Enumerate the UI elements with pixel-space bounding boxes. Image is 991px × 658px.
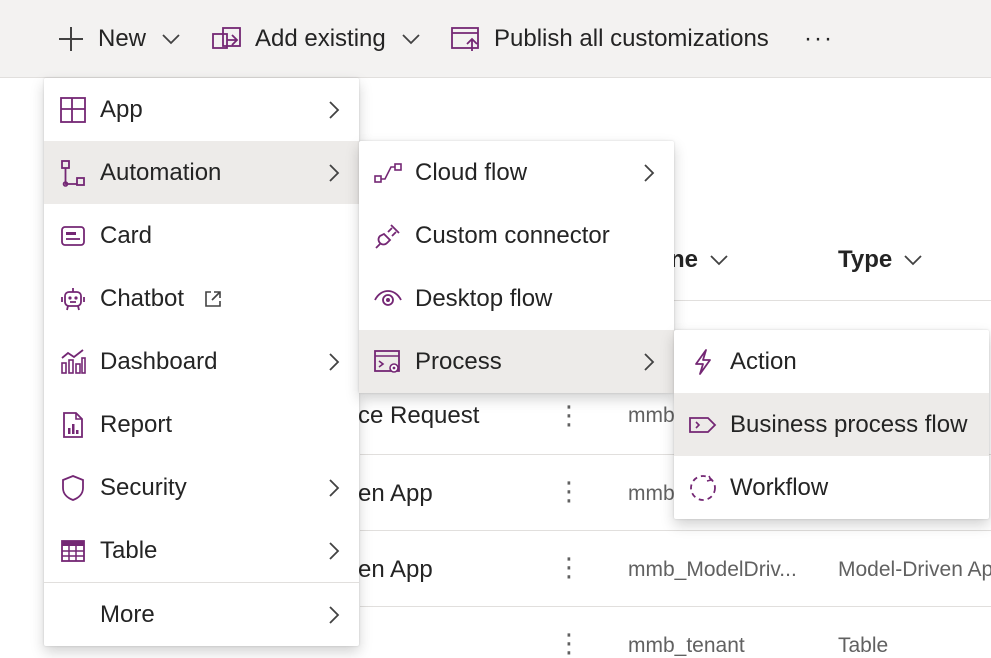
row-col3: Model-Driven Ap: [838, 558, 991, 581]
menu-item-security[interactable]: Security: [44, 456, 359, 519]
row-col2: mmb_ModelDriv...: [628, 558, 797, 581]
menu-item-label: Cloud flow: [415, 158, 528, 186]
menu-item-label: Custom connector: [415, 221, 610, 249]
more-icon: ···: [804, 24, 834, 52]
add-existing-button[interactable]: Add existing: [211, 0, 422, 77]
menu-item-app[interactable]: App: [44, 78, 359, 141]
menu-item-label: App: [100, 95, 143, 123]
menu-item-report[interactable]: Report: [44, 393, 359, 456]
menu-item-label: Table: [100, 536, 158, 564]
menu-item-desktop-flow[interactable]: Desktop flow: [359, 267, 674, 330]
menu-item-automation[interactable]: Automation: [44, 141, 359, 204]
row-name[interactable]: en App: [358, 480, 433, 508]
command-bar: New Add existing Publish all customizati…: [0, 0, 991, 78]
column-header-type[interactable]: Type: [838, 246, 924, 274]
chevron-down-icon: [402, 33, 420, 44]
chevron-right-icon: [329, 541, 340, 560]
menu-item-custom-connector[interactable]: Custom connector: [359, 204, 674, 267]
menu-item-business-process-flow[interactable]: Business process flow: [674, 393, 989, 456]
add-existing-label: Add existing: [255, 24, 386, 52]
new-button[interactable]: New: [56, 0, 182, 77]
row-more-icon[interactable]: ⋮: [556, 402, 582, 428]
chevron-down-icon: [162, 33, 180, 44]
menu-item-label: Automation: [100, 158, 222, 186]
workflow-icon: [688, 473, 718, 503]
lightning-icon: [688, 347, 718, 377]
row-divider: [360, 530, 991, 531]
menu-item-workflow[interactable]: Workflow: [674, 456, 989, 519]
menu-item-more[interactable]: More: [44, 583, 359, 646]
new-button-label: New: [98, 24, 147, 52]
chevron-right-icon: [329, 352, 340, 371]
column-header-name[interactable]: ne: [670, 246, 730, 274]
menu-item-card[interactable]: Card: [44, 204, 359, 267]
chevron-right-icon: [329, 100, 340, 119]
external-link-icon: [204, 291, 221, 307]
new-menu: App Automation Card Chatbot Dashboard Re…: [44, 78, 359, 646]
menu-item-label: Dashboard: [100, 347, 218, 375]
menu-item-dashboard[interactable]: Dashboard: [44, 330, 359, 393]
menu-item-label: Chatbot: [100, 284, 185, 312]
automation-submenu: Cloud flow Custom connector Desktop flow…: [359, 141, 674, 393]
row-name[interactable]: ce Request: [358, 402, 479, 430]
chevron-down-icon: [710, 255, 728, 266]
table-icon: [58, 536, 88, 566]
row-col2: mmb: [628, 482, 675, 505]
chevron-right-icon: [329, 605, 340, 624]
publish-all-button[interactable]: Publish all customizations: [450, 0, 769, 77]
menu-item-label: Desktop flow: [415, 284, 553, 312]
cloud-flow-icon: [373, 158, 403, 188]
business-process-flow-icon: [688, 410, 718, 440]
more-commands-button[interactable]: ···: [804, 0, 834, 77]
row-col3: Table: [838, 634, 889, 657]
chatbot-icon: [58, 284, 88, 314]
dashboard-icon: [58, 347, 88, 377]
menu-item-table[interactable]: Table: [44, 519, 359, 582]
menu-item-chatbot[interactable]: Chatbot: [44, 267, 359, 330]
menu-item-label: More: [100, 600, 155, 628]
eye-icon: [373, 284, 403, 314]
menu-item-label: Report: [100, 410, 173, 438]
chevron-right-icon: [329, 163, 340, 182]
automation-icon: [58, 158, 88, 188]
menu-item-cloud-flow[interactable]: Cloud flow: [359, 141, 674, 204]
row-divider: [360, 606, 991, 607]
menu-item-process[interactable]: Process: [359, 330, 674, 393]
chevron-right-icon: [329, 478, 340, 497]
menu-item-label: Card: [100, 221, 153, 249]
chevron-down-icon: [904, 255, 922, 266]
add-existing-icon: [212, 26, 241, 49]
app-grid-icon: [58, 95, 88, 125]
row-col2: mmb_tenant: [628, 634, 745, 657]
shield-icon: [58, 473, 88, 503]
chevron-right-icon: [644, 352, 655, 371]
card-icon: [58, 221, 88, 251]
chevron-right-icon: [644, 163, 655, 182]
menu-item-label: Action: [730, 347, 797, 375]
row-col2: mmb: [628, 404, 675, 427]
menu-item-label: Workflow: [730, 473, 829, 501]
plus-icon: [59, 26, 83, 51]
menu-item-label: Business process flow: [730, 410, 968, 438]
row-more-icon[interactable]: ⋮: [556, 554, 582, 580]
report-icon: [58, 410, 88, 440]
publish-all-label: Publish all customizations: [494, 24, 769, 52]
plug-icon: [373, 221, 403, 251]
row-more-icon[interactable]: ⋮: [556, 630, 582, 656]
menu-item-label: Security: [100, 473, 187, 501]
publish-icon: [451, 26, 479, 51]
process-submenu: Action Business process flow Workflow: [674, 330, 989, 519]
row-name[interactable]: en App: [358, 556, 433, 584]
menu-item-label: Process: [415, 347, 502, 375]
row-more-icon[interactable]: ⋮: [556, 478, 582, 504]
process-icon: [373, 347, 403, 377]
menu-item-action[interactable]: Action: [674, 330, 989, 393]
